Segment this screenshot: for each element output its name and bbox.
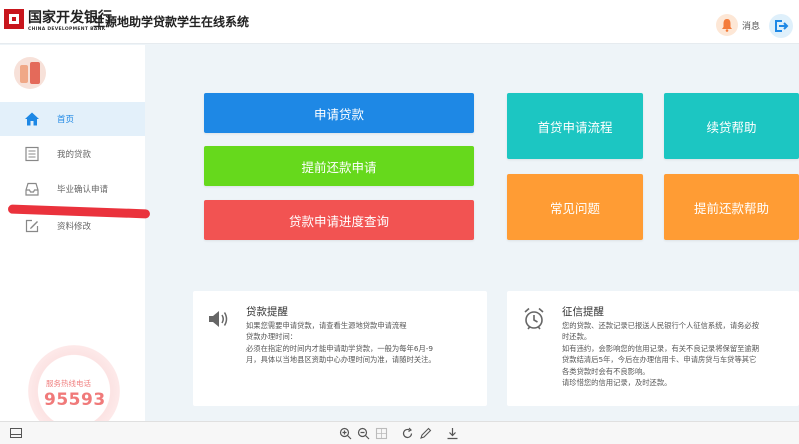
sidebar-item-label: 资料修改 <box>57 222 92 232</box>
sidebar: 首页 我的贷款 毕业确认申请 资料修改 服务热线电话 95593 <box>0 45 151 437</box>
system-title: 生源地助学贷款学生在线系统 <box>93 15 250 29</box>
sidebar-item-my-loans[interactable]: 我的贷款 <box>0 137 145 171</box>
hotline-label: 服务热线电话 <box>46 379 91 388</box>
hotline-number: 95593 <box>44 390 106 410</box>
message-button[interactable] <box>716 14 738 36</box>
edit-icon <box>25 219 39 233</box>
notice-line: 月，具体以当地县区资助中心办理时间为准，请随时关注。 <box>246 355 436 365</box>
sidebar-item-label: 我的贷款 <box>57 150 92 160</box>
notice-line: 如有违约，会影响您的信用记录，有关不良记录将保留至逾期 <box>562 343 760 353</box>
logout-button[interactable] <box>769 14 793 38</box>
bell-icon <box>722 19 732 32</box>
download-icon[interactable] <box>446 427 459 440</box>
notice-line: 如果您需要申请贷款，请查看生源地贷款申请流程 <box>246 321 407 330</box>
sidebar-item-label: 毕业确认申请 <box>57 185 109 195</box>
zoom-out-icon[interactable] <box>357 427 370 440</box>
bank-logo-icon <box>4 9 24 29</box>
home-icon <box>25 112 39 126</box>
early-repay-apply-button[interactable]: 提前还款申请 <box>204 146 474 186</box>
notice-line: 您的贷款、还款记录已报送人民银行个人征信系统，请务必按 <box>562 321 760 330</box>
notice-line: 贷款结清后5年，今后在办理信用卡、申请房贷与车贷等其它 <box>562 355 757 365</box>
inbox-icon <box>25 182 39 196</box>
notice-line: 请珍惜您的信用记录，及时还款。 <box>562 378 672 388</box>
speaker-icon <box>209 311 228 327</box>
message-label[interactable]: 消息 <box>742 19 760 32</box>
notice-line: 贷款办理时间： <box>246 332 298 342</box>
notice-line: 时还款。 <box>562 332 592 342</box>
sidebar-item-graduation-confirm[interactable]: 毕业确认申请 <box>0 172 145 206</box>
zoom-in-icon[interactable] <box>339 427 352 440</box>
loan-reminder-card: 贷款提醒 如果您需要申请贷款，请查看生源地贷款申请流程 贷款办理时间： 必须在指… <box>193 291 487 406</box>
rotate-icon[interactable] <box>401 427 414 440</box>
faq-button[interactable]: 常见问题 <box>507 174 643 240</box>
first-loan-process-button[interactable]: 首贷申请流程 <box>507 93 643 159</box>
sidebar-item-home[interactable]: 首页 <box>0 102 145 136</box>
apply-loan-button[interactable]: 申请贷款 <box>204 93 474 133</box>
fit-screen-icon[interactable] <box>375 427 388 440</box>
sidebar-item-profile-edit[interactable]: 资料修改 <box>0 209 145 243</box>
renew-help-button[interactable]: 续贷帮助 <box>664 93 799 159</box>
alarm-clock-icon <box>524 307 544 330</box>
loan-reminder-title: 贷款提醒 <box>246 306 288 318</box>
loan-progress-button[interactable]: 贷款申请进度查询 <box>204 200 474 240</box>
viewer-toolbar <box>0 421 799 444</box>
pen-icon[interactable] <box>419 427 432 440</box>
notice-line: 各类贷款时会有不良影响。 <box>562 366 650 376</box>
early-repay-help-button[interactable]: 提前还款帮助 <box>664 174 799 240</box>
loan-reminder-body: 如果您需要申请贷款，请查看生源地贷款申请流程 贷款办理时间： 必须在指定的时间内… <box>246 320 484 366</box>
notice-line: 必须在指定的时间内才能申请助学贷款，一般为每年6月-9 <box>246 343 434 353</box>
avatar[interactable] <box>14 57 46 89</box>
window-icon[interactable] <box>10 428 22 438</box>
document-list-icon <box>25 146 39 162</box>
header-bar: 国家开发银行 CHINA DEVELOPMENT BANK 生源地助学贷款学生在… <box>0 0 799 44</box>
logout-icon <box>775 20 789 32</box>
credit-reminder-card: 征信提醒 您的贷款、还款记录已报送人民银行个人征信系统，请务必按 时还款。 如有… <box>507 291 799 406</box>
credit-reminder-body: 您的贷款、还款记录已报送人民银行个人征信系统，请务必按 时还款。 如有违约，会影… <box>562 320 798 388</box>
credit-reminder-title: 征信提醒 <box>562 306 604 318</box>
sidebar-item-label: 首页 <box>57 115 75 125</box>
